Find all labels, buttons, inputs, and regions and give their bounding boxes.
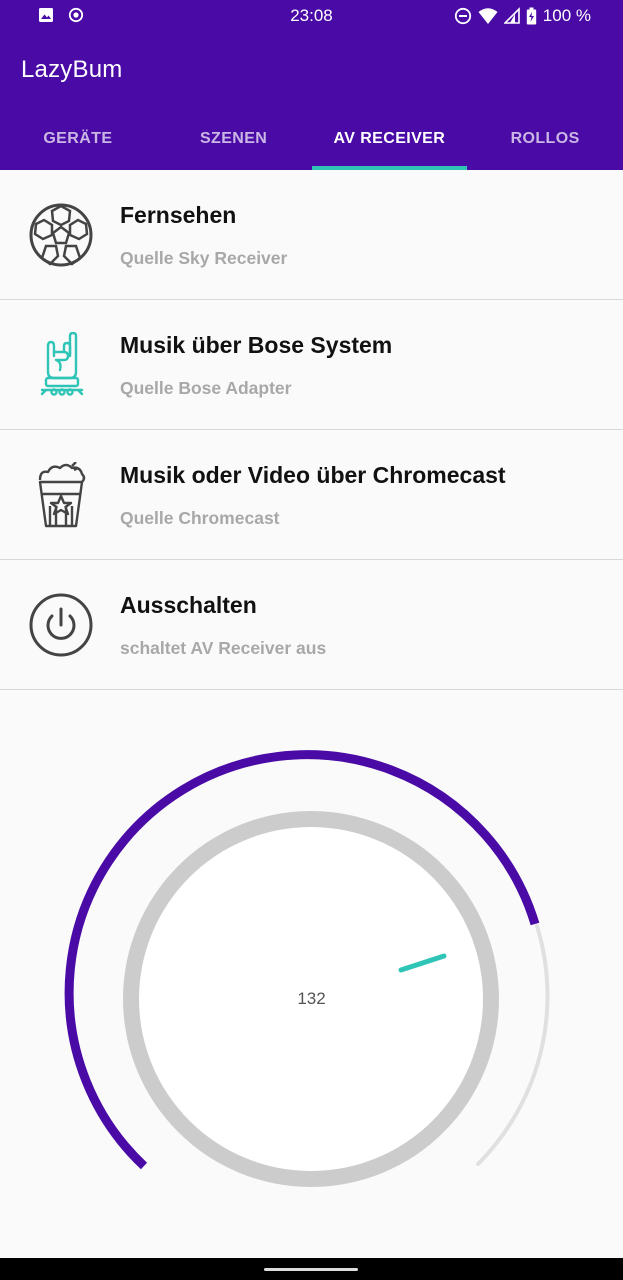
status-bar: 23:08 100 % [0, 0, 623, 32]
do-not-disturb-icon [454, 7, 471, 25]
item-title: Fernsehen [120, 202, 237, 228]
power-icon [29, 593, 93, 657]
app-title: LazyBum [21, 56, 123, 83]
list-item-ausschalten[interactable]: Ausschalten schaltet AV Receiver aus [0, 560, 623, 690]
app-bar: 23:08 100 % LazyBum GERÄTE SZENEN AV REC… [0, 0, 623, 170]
home-handle[interactable] [264, 1268, 358, 1271]
item-subtitle: Quelle Bose Adapter [120, 378, 292, 398]
tab-av-receiver[interactable]: AV RECEIVER [311, 112, 468, 170]
item-subtitle: Quelle Sky Receiver [120, 248, 288, 268]
wifi-icon [478, 8, 498, 24]
signal-icon [503, 7, 520, 24]
tab-geraete[interactable]: GERÄTE [0, 112, 156, 170]
item-title: Musik oder Video über Chromecast [120, 462, 506, 488]
tab-rollos[interactable]: ROLLOS [467, 112, 623, 170]
volume-knob-area: 132 [0, 700, 623, 1260]
list-item-chromecast[interactable]: Musik oder Video über Chromecast Quelle … [0, 430, 623, 560]
popcorn-icon [38, 462, 86, 528]
tab-szenen[interactable]: SZENEN [156, 112, 312, 170]
rock-hand-icon [40, 332, 84, 396]
battery-percent: 100 % [542, 6, 591, 25]
soccer-ball-icon [29, 203, 93, 267]
item-title: Musik über Bose System [120, 332, 393, 358]
scene-list: Fernsehen Quelle Sky Receiver Musik über… [0, 170, 623, 690]
item-title: Ausschalten [120, 592, 257, 618]
tab-bar: GERÄTE SZENEN AV RECEIVER ROLLOS [0, 112, 623, 170]
volume-value: 132 [297, 989, 326, 1008]
list-item-bose[interactable]: Musik über Bose System Quelle Bose Adapt… [0, 300, 623, 430]
list-item-fernsehen[interactable]: Fernsehen Quelle Sky Receiver [0, 170, 623, 300]
volume-knob[interactable] [0, 700, 623, 1260]
navigation-bar [0, 1258, 623, 1280]
item-subtitle: schaltet AV Receiver aus [120, 638, 327, 658]
item-subtitle: Quelle Chromecast [120, 508, 280, 528]
battery-icon [526, 7, 536, 25]
